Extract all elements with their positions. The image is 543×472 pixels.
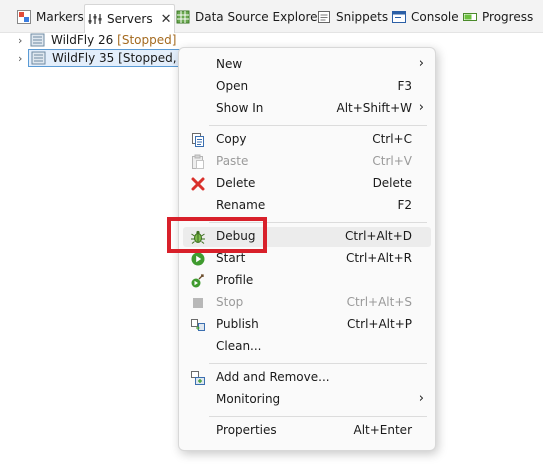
close-icon[interactable]: ✕ (161, 12, 172, 27)
menu-item-properties[interactable]: Properties Alt+Enter (183, 421, 431, 441)
shortcut: F3 (397, 79, 412, 93)
chevron-right-icon: › (418, 56, 424, 71)
console-icon (391, 9, 407, 25)
tab-progress[interactable]: Progress (462, 5, 533, 29)
menu-item-delete[interactable]: Delete Delete (183, 174, 431, 194)
tab-snippets[interactable]: Snippets (316, 5, 388, 29)
tab-label: Servers (107, 12, 153, 26)
servers-icon (87, 11, 103, 27)
shortcut: Ctrl+V (372, 154, 412, 168)
menu-separator (209, 363, 427, 364)
server-icon (31, 51, 47, 65)
menu-item-publish[interactable]: Publish Ctrl+Alt+P (183, 315, 431, 335)
delete-icon (190, 176, 206, 192)
shortcut: F2 (397, 198, 412, 212)
add-remove-icon (190, 370, 206, 386)
tab-servers[interactable]: Servers ✕ (84, 4, 175, 33)
chevron-right-icon[interactable]: › (18, 34, 30, 47)
menu-item-open[interactable]: Open F3 (183, 77, 431, 97)
menu-item-add-and-remove[interactable]: Add and Remove... (183, 368, 431, 388)
menu-item-stop[interactable]: Stop Ctrl+Alt+S (183, 293, 431, 313)
paste-icon (190, 154, 206, 170)
tab-markers[interactable]: Markers (16, 5, 84, 29)
tab-label: Markers (36, 10, 84, 24)
tab-label: Progress (482, 10, 534, 24)
menu-item-new[interactable]: New › (183, 55, 431, 75)
shortcut: Ctrl+Alt+D (345, 229, 412, 243)
server-icon (30, 33, 46, 47)
menu-item-paste[interactable]: Paste Ctrl+V (183, 152, 431, 172)
chevron-right-icon: › (418, 100, 424, 115)
shortcut: Alt+Shift+W (336, 101, 413, 115)
shortcut: Ctrl+Alt+P (347, 317, 412, 331)
profile-icon (190, 273, 206, 289)
menu-item-profile[interactable]: Profile (183, 271, 431, 291)
shortcut: Ctrl+Alt+S (346, 295, 412, 309)
view-tab-bar: Markers Servers ✕ Data Source Explorer S… (0, 0, 543, 33)
menu-item-rename[interactable]: Rename F2 (183, 196, 431, 216)
start-icon (190, 251, 206, 267)
tab-console[interactable]: Console (391, 5, 459, 29)
markers-icon (16, 9, 32, 25)
menu-separator (209, 125, 427, 126)
stop-icon (190, 295, 206, 311)
server-name: WildFly 35 (52, 51, 115, 65)
shortcut: Alt+Enter (353, 423, 412, 437)
shortcut: Ctrl+C (372, 132, 412, 146)
shortcut: Ctrl+Alt+R (345, 251, 412, 265)
progress-icon (462, 9, 478, 25)
tree-row-wildfly-26[interactable]: › WildFly 26 [Stopped] (18, 31, 176, 49)
menu-item-copy[interactable]: Copy Ctrl+C (183, 130, 431, 150)
tab-data-source-explorer[interactable]: Data Source Explorer (175, 5, 322, 29)
shortcut: Delete (372, 176, 412, 190)
menu-item-monitoring[interactable]: Monitoring › (183, 390, 431, 410)
menu-item-clean[interactable]: Clean... (183, 337, 431, 357)
server-state: [Stopped] (117, 33, 177, 47)
snippets-icon (316, 9, 332, 25)
debug-highlight-annotation (167, 217, 267, 253)
menu-separator (209, 416, 427, 417)
publish-icon (190, 317, 206, 333)
tab-label: Snippets (336, 10, 389, 24)
tab-label: Console (411, 10, 459, 24)
data-source-icon (175, 9, 191, 25)
menu-item-show-in[interactable]: Show In Alt+Shift+W › (183, 99, 431, 119)
copy-icon (190, 132, 206, 148)
server-name: WildFly 26 (51, 33, 114, 47)
chevron-right-icon: › (418, 391, 424, 406)
tab-label: Data Source Explorer (195, 10, 323, 24)
